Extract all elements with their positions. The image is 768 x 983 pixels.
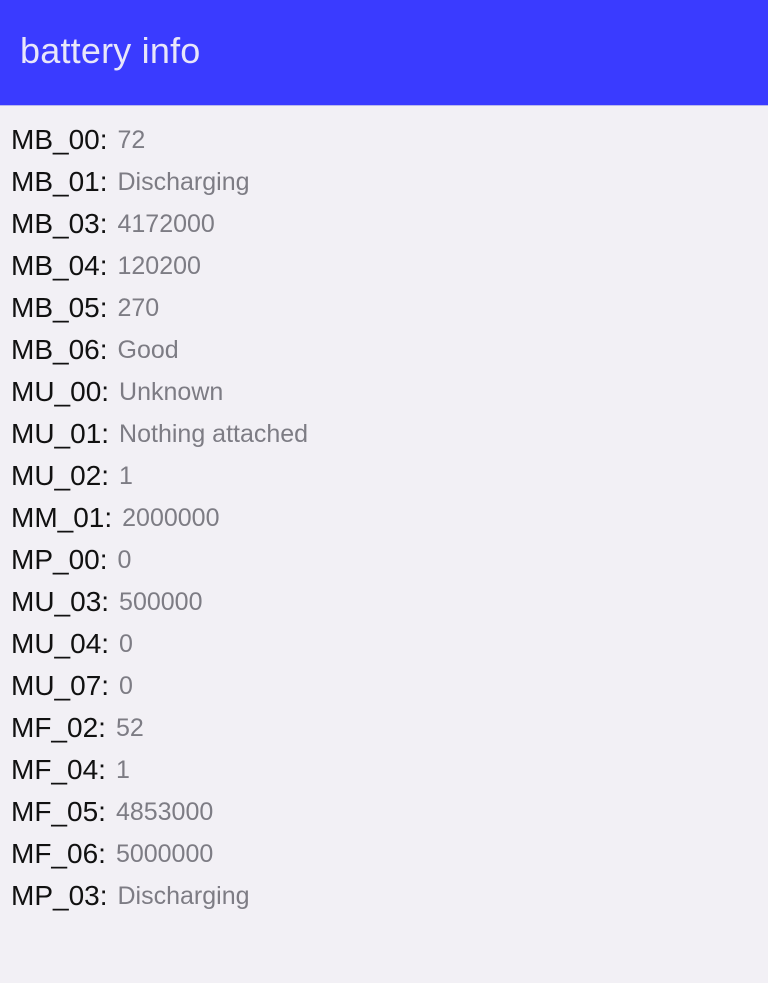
item-value: 1 (115, 755, 130, 784)
item-key: MF_05: (11, 796, 106, 827)
list-item: MB_06: Good (11, 329, 768, 371)
item-value: 5000000 (115, 839, 214, 868)
list-item: MB_04: 120200 (11, 245, 768, 287)
list-item: MP_00: 0 (11, 539, 768, 581)
list-item: MU_01: Nothing attached (11, 413, 768, 455)
item-key: MU_01: (11, 418, 110, 449)
item-key: MU_00: (11, 376, 110, 407)
item-key: MB_05: (11, 292, 108, 323)
item-key: MU_03: (11, 586, 110, 617)
item-value: 1 (119, 461, 133, 490)
item-value: 500000 (119, 587, 203, 616)
item-value: Good (117, 335, 179, 364)
list-item: MB_00: 72 (11, 119, 768, 161)
item-key: MP_00: (11, 544, 108, 575)
app-title: battery info (20, 29, 201, 71)
list-item: MF_04: 1 (11, 749, 768, 791)
item-key: MB_06: (11, 334, 108, 365)
item-key: MU_02: (11, 460, 110, 491)
item-key: MF_04: (11, 754, 106, 785)
item-value: 4172000 (117, 209, 215, 238)
item-value: 0 (119, 671, 133, 700)
list-item: MB_01: Discharging (11, 161, 768, 203)
item-value: 52 (115, 713, 144, 742)
item-key: MU_07: (11, 670, 110, 701)
item-key: MM_01: (11, 502, 113, 533)
item-value: Discharging (117, 881, 250, 910)
item-value: 2000000 (122, 503, 220, 532)
list-item: MF_05: 4853000 (11, 791, 768, 833)
list-item: MF_06: 5000000 (11, 833, 768, 875)
item-key: MP_03: (11, 880, 108, 911)
list-item: MU_07: 0 (11, 665, 768, 707)
item-key: MU_04: (11, 628, 110, 659)
item-value: 120200 (117, 251, 201, 280)
item-value: 4853000 (115, 797, 214, 826)
list-item: MF_02: 52 (11, 707, 768, 749)
item-key: MB_01: (11, 166, 108, 197)
list-item: MP_03: Discharging (11, 875, 768, 917)
item-value: Unknown (119, 377, 224, 406)
list-item: MU_00: Unknown (11, 371, 768, 413)
list-item: MB_03: 4172000 (11, 203, 768, 245)
list-item: MU_02: 1 (11, 455, 768, 497)
item-value: 270 (117, 293, 160, 322)
item-value: 0 (119, 629, 133, 658)
battery-info-list: MB_00: 72 MB_01: Discharging MB_03: 4172000… (0, 106, 768, 917)
list-item: MU_04: 0 (11, 623, 768, 665)
list-item: MM_01: 2000000 (11, 497, 768, 539)
item-key: MF_02: (11, 712, 106, 743)
item-value: Discharging (117, 167, 250, 196)
item-key: MB_03: (11, 208, 108, 239)
item-value: Nothing attached (119, 419, 309, 448)
item-value: 72 (117, 125, 146, 154)
item-key: MB_04: (11, 250, 108, 281)
item-value: 0 (117, 545, 132, 574)
list-item: MU_03: 500000 (11, 581, 768, 623)
item-key: MB_00: (11, 124, 108, 155)
list-item: MB_05: 270 (11, 287, 768, 329)
item-key: MF_06: (11, 838, 106, 869)
app-bar: battery info (0, 0, 768, 106)
